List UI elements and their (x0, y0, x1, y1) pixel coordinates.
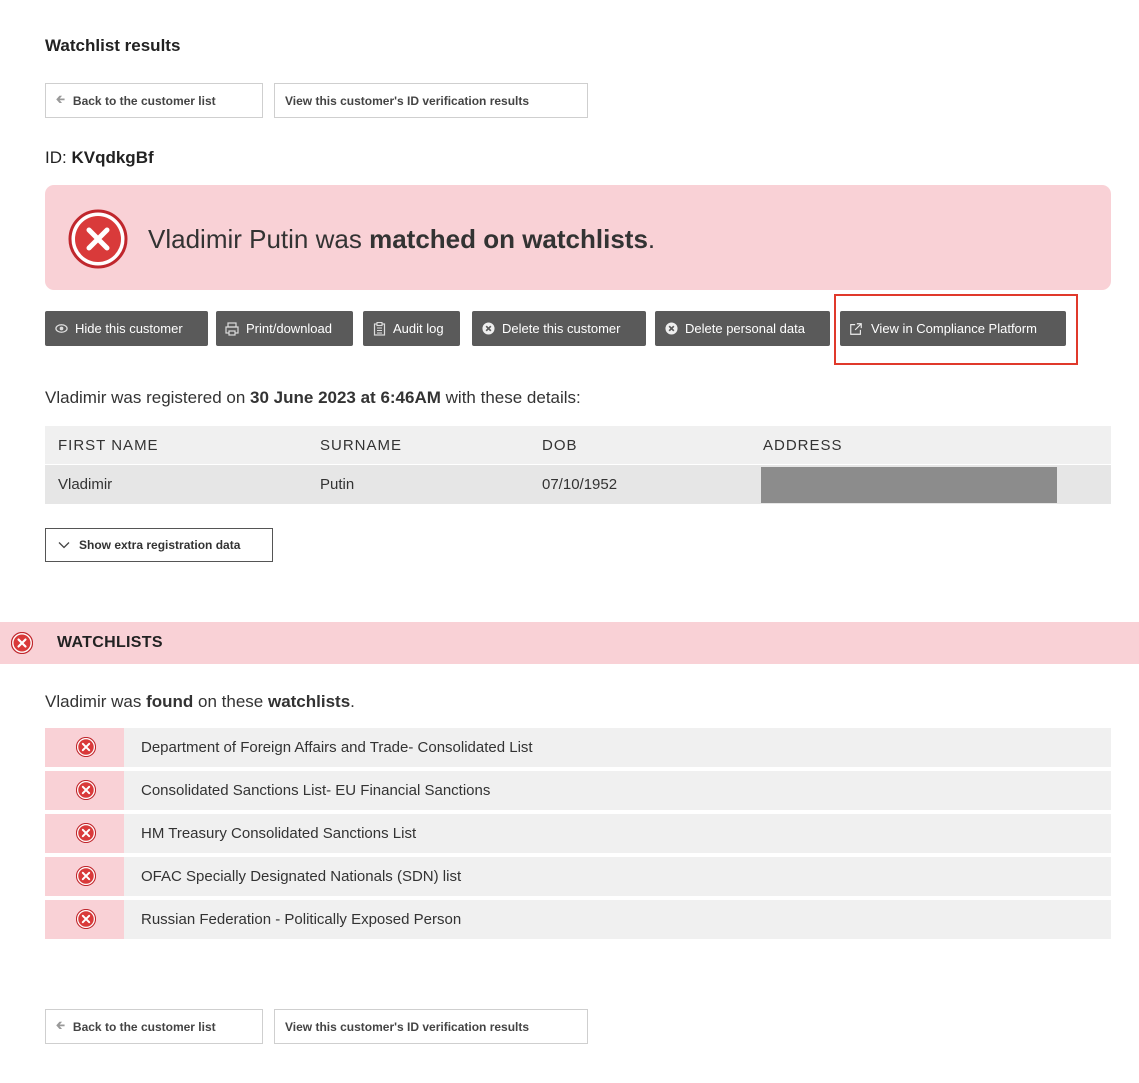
registration-date: 30 June 2023 at 6:46AM (250, 388, 441, 407)
arrow-left-icon: 🡰 (56, 1020, 65, 1032)
found-text-after: . (350, 692, 355, 711)
view-id-verification-button-bottom[interactable]: View this customer's ID verification res… (274, 1009, 588, 1044)
show-extra-label: Show extra registration data (79, 538, 241, 552)
hide-customer-button[interactable]: Hide this customer (45, 311, 208, 346)
back-to-customer-list-button-bottom[interactable]: 🡰 Back to the customer list (45, 1009, 263, 1044)
cell-surname: Putin (320, 476, 355, 493)
found-text-bold-2: watchlists (267, 692, 351, 711)
id-verification-button-label: View this customer's ID verification res… (285, 1019, 530, 1034)
x-circle-icon (68, 209, 128, 269)
delete-personal-data-label: Delete personal data (685, 321, 805, 336)
watchlists-summary: Vladimir was found on these watchlists. (45, 692, 355, 712)
alert-text-before: Vladimir Putin was (148, 224, 370, 254)
watchlist-name: Department of Foreign Affairs and Trade-… (141, 739, 533, 756)
watchlist-list: Department of Foreign Affairs and Trade-… (45, 728, 1111, 943)
watchlist-name: HM Treasury Consolidated Sanctions List (141, 825, 417, 842)
customer-id-value: KVqdkgBf (71, 148, 154, 167)
arrow-left-icon: 🡰 (56, 94, 65, 106)
cell-dob: 07/10/1952 (542, 476, 618, 493)
redacted-address (761, 467, 1057, 503)
registration-summary: Vladimir was registered on 30 June 2023 … (45, 388, 581, 408)
x-circle-icon (76, 909, 96, 929)
chevron-down-icon (58, 538, 70, 552)
customer-id-prefix: ID: (45, 148, 67, 167)
x-circle-icon (76, 780, 96, 800)
registration-text-after: with these details: (440, 388, 581, 407)
list-item: HM Treasury Consolidated Sanctions List (45, 814, 1111, 853)
x-circle-icon (76, 737, 96, 757)
delete-customer-label: Delete this customer (502, 321, 621, 336)
match-icon-cell (45, 900, 124, 939)
x-circle-icon (481, 322, 495, 336)
back-button-label: Back to the customer list (72, 93, 216, 108)
match-icon-cell (45, 814, 124, 853)
column-header-dob: DOB (542, 436, 578, 454)
found-text-before: Vladimir was (45, 692, 147, 711)
found-text-bold-1: found (146, 692, 194, 711)
clipboard-icon (372, 321, 386, 336)
highlight-annotation-box (834, 294, 1078, 365)
printer-icon (225, 321, 239, 336)
view-id-verification-button[interactable]: View this customer's ID verification res… (274, 83, 588, 118)
hide-customer-label: Hide this customer (75, 321, 183, 336)
section-title: WATCHLISTS (57, 634, 163, 651)
eye-icon (54, 322, 68, 336)
x-circle-icon (76, 823, 96, 843)
id-verification-button-label: View this customer's ID verification res… (285, 93, 530, 108)
alert-message: Vladimir Putin was matched on watchlists… (148, 224, 655, 255)
table-row: Vladimir Putin 07/10/1952 (45, 465, 1111, 504)
column-header-first-name: FIRST NAME (58, 436, 159, 454)
registration-table: FIRST NAME SURNAME DOB ADDRESS Vladimir … (45, 426, 1111, 504)
column-header-address: ADDRESS (763, 436, 843, 454)
list-item: Department of Foreign Affairs and Trade-… (45, 728, 1111, 767)
delete-personal-data-button[interactable]: Delete personal data (655, 311, 830, 346)
match-alert-banner: Vladimir Putin was matched on watchlists… (45, 185, 1111, 290)
registration-text-before: Vladimir was registered on (45, 388, 251, 407)
alert-text-after: . (647, 224, 656, 254)
x-circle-icon (664, 322, 678, 336)
table-header: FIRST NAME SURNAME DOB ADDRESS (45, 426, 1111, 464)
back-button-label: Back to the customer list (72, 1019, 216, 1034)
list-item: Consolidated Sanctions List- EU Financia… (45, 771, 1111, 810)
delete-customer-button[interactable]: Delete this customer (472, 311, 646, 346)
watchlist-name: Russian Federation - Politically Exposed… (141, 911, 462, 928)
alert-text-bold: matched on watchlists (369, 224, 648, 254)
match-icon-cell (45, 857, 124, 896)
back-to-customer-list-button[interactable]: 🡰 Back to the customer list (45, 83, 263, 118)
x-circle-icon (76, 866, 96, 886)
watchlist-name: OFAC Specially Designated Nationals (SDN… (141, 868, 462, 885)
print-download-button[interactable]: Print/download (216, 311, 353, 346)
watchlists-section-header: WATCHLISTS (0, 622, 1139, 664)
print-download-label: Print/download (246, 321, 332, 336)
column-header-surname: SURNAME (320, 436, 403, 454)
audit-log-label: Audit log (393, 321, 444, 336)
list-item: Russian Federation - Politically Exposed… (45, 900, 1111, 939)
list-item: OFAC Specially Designated Nationals (SDN… (45, 857, 1111, 896)
found-text-middle: on these (193, 692, 268, 711)
cell-first-name: Vladimir (58, 476, 113, 493)
watchlist-name: Consolidated Sanctions List- EU Financia… (141, 782, 491, 799)
audit-log-button[interactable]: Audit log (363, 311, 460, 346)
match-icon-cell (45, 771, 124, 810)
show-extra-registration-data-button[interactable]: Show extra registration data (45, 528, 273, 562)
x-circle-icon (11, 632, 33, 654)
match-icon-cell (45, 728, 124, 767)
page-title: Watchlist results (45, 36, 181, 55)
customer-id: ID: KVqdkgBf (45, 148, 154, 168)
